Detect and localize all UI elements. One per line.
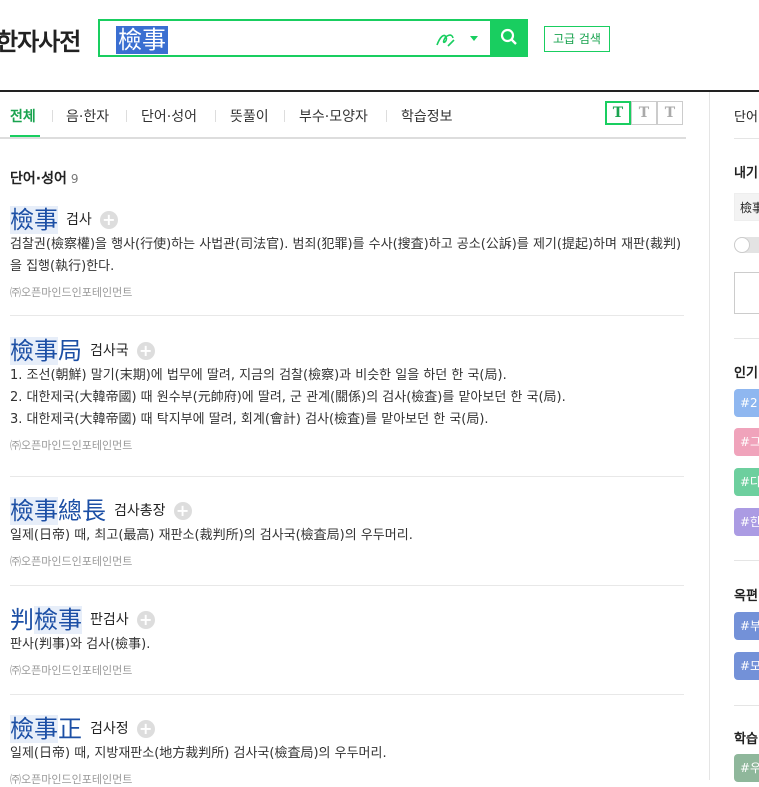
entry-hanja-prefix[interactable]: 判 [10,606,34,634]
tab-radical[interactable]: 부수·모양자 [299,106,368,126]
entry-definition: 1. 조선(朝鮮) 말기(末期)에 법무에 딸려, 지금의 검찰(檢察)과 비슷… [10,368,507,383]
add-wordbook-icon[interactable]: + [173,502,192,520]
tab-study[interactable]: 학습정보 [401,106,453,126]
search-icon [500,28,517,45]
entry-hanja[interactable]: 檢事 [10,497,58,525]
my-search-chip-label: 檢事 [740,201,759,215]
font-size-large-button[interactable]: T [657,101,683,125]
tab-bar: 전체 음·한자 단어·성어 뜻풀이 부수·모양자 학습정보 T T T [0,100,686,138]
tab-all[interactable]: 전체 [10,106,36,126]
entry-hanja-rest[interactable]: 局 [58,337,82,365]
word-entry: 檢事 검사 + 검찰권(檢察權)을 행사(行使)하는 사법관(司法官). 범죄(犯罪… [10,200,684,300]
right-divider [734,560,759,561]
tab-meaning[interactable]: 뜻풀이 [230,106,269,126]
right-divider [734,705,759,706]
header-divider [0,90,759,92]
header: 한자사전 檢事 고급 검색 [0,0,759,90]
tab-divider [126,110,127,122]
tab-divider [52,110,53,122]
popular-tag[interactable]: #그 [734,428,759,456]
tab-divider [386,110,387,122]
entry-definition: 2. 대한제국(大韓帝國) 때 원수부(元帥府)에 딸려, 군 관계(關係)의 … [10,390,566,405]
entry-source: ㈜오픈마인드인포테인먼트 [10,773,133,786]
entry-source: ㈜오픈마인드인포테인먼트 [10,664,133,677]
entry-reading: 검사 [66,212,92,228]
entry-reading: 검사국 [90,343,129,359]
study-tag[interactable]: #우 [734,754,759,782]
chevron-down-icon[interactable] [470,36,478,41]
entry-source: ㈜오픈마인드인포테인먼트 [10,286,133,299]
entry-reading: 검사총장 [114,503,166,519]
tab-sound-hanja[interactable]: 음·한자 [66,106,109,126]
add-wordbook-icon[interactable]: + [99,211,118,229]
right-section-title: 옥편 [734,589,758,604]
section-count: 9 [70,172,79,186]
right-section-title: 내기 [734,166,758,181]
entry-divider [10,585,684,586]
my-search-chip[interactable]: 檢事 [734,193,759,221]
word-entry: 檢事正 검사정 + 일제(日帝) 때, 지방재판소(地方裁判所) 검사국(檢査局)의… [10,709,684,787]
toggle-knob [734,237,750,253]
entry-reading: 검사정 [90,721,129,737]
popular-tag[interactable]: #한 [734,508,759,536]
entry-definition: 검찰권(檢察權)을 행사(行使)하는 사법관(司法官). 범죄(犯罪)를 수사(… [10,237,682,274]
right-section-title: 인기 [734,366,758,381]
okpyeon-tag[interactable]: #모 [734,652,759,680]
entry-source: ㈜오픈마인드인포테인먼트 [10,555,133,568]
font-size-small-button[interactable]: T [605,101,631,125]
right-section-title: 학습 [734,732,758,747]
font-size-medium-button[interactable]: T [631,101,657,125]
entry-hanja[interactable]: 檢事 [34,606,82,634]
handwriting-icon[interactable] [434,29,456,49]
word-entry: 檢事局 검사국 + 1. 조선(朝鮮) 말기(末期)에 법무에 딸려, 지금의 검찰… [10,331,684,453]
tab-divider [215,110,216,122]
entry-reading: 판검사 [90,612,129,628]
entry-hanja-rest[interactable]: 總長 [58,497,106,525]
entry-divider [10,476,684,477]
add-wordbook-icon[interactable]: + [136,342,155,360]
tab-underline [0,137,686,139]
popular-tag[interactable]: #2 [734,389,759,417]
right-divider [734,338,759,339]
okpyeon-tag[interactable]: #부 [734,612,759,640]
right-panel-header: 단어 [734,110,758,125]
entry-definition: 일제(日帝) 때, 지방재판소(地方裁判所) 검사국(檢査局)의 우두머리. [10,746,387,761]
entry-definition: 일제(日帝) 때, 최고(最高) 재판소(裁判所)의 검사국(檢査局)의 우두머… [10,528,413,543]
entry-divider [10,694,684,695]
tab-divider [284,110,285,122]
right-divider [734,138,759,139]
advanced-search-button[interactable]: 고급 검색 [544,26,610,52]
section-title: 단어·성어 9 [10,168,78,188]
entry-hanja[interactable]: 檢事 [10,715,58,743]
search-input[interactable]: 檢事 [116,26,168,54]
entry-hanja[interactable]: 檢事 [10,206,58,234]
entry-definition: 3. 대한제국(大韓帝國) 때 탁지부에 딸려, 회계(會計) 검사(檢査)를 … [10,412,489,427]
toggle-switch[interactable] [734,237,759,253]
tab-words[interactable]: 단어·성어 [141,106,197,126]
entry-definition: 판사(判事)와 검사(檢事). [10,637,151,652]
popular-tag[interactable]: #다 [734,468,759,496]
add-wordbook-icon[interactable]: + [136,720,155,738]
entry-hanja[interactable]: 檢事 [10,337,58,365]
entry-hanja-rest[interactable]: 正 [58,715,82,743]
search-box[interactable]: 檢事 [98,19,528,57]
add-wordbook-icon[interactable]: + [136,611,155,629]
word-entry: 判檢事 판검사 + 판사(判事)와 검사(檢事). ㈜오픈마인드인포테인먼트 [10,600,684,678]
entry-source: ㈜오픈마인드인포테인먼트 [10,439,133,452]
site-logo[interactable]: 한자사전 [0,22,81,57]
word-entry: 檢事總長 검사총장 + 일제(日帝) 때, 최고(最高) 재판소(裁判所)의 검사국… [10,491,684,569]
entry-divider [10,315,684,316]
right-panel-divider [709,92,710,780]
right-panel-box [734,272,759,314]
search-button[interactable] [490,19,528,57]
section-title-label: 단어·성어 [10,171,67,187]
